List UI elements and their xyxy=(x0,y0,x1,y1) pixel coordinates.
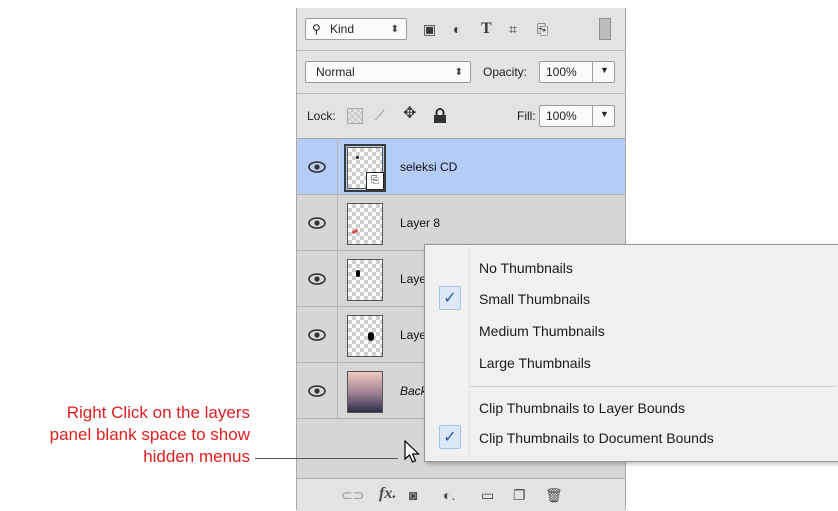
layer-style-fx-icon[interactable]: fx. xyxy=(379,485,396,503)
fill-input[interactable]: 100% ▼ xyxy=(539,105,615,127)
image-filter-icon[interactable]: ▣ xyxy=(423,22,436,36)
lock-bar: Lock: ⟋ ✥ Fill: 100% ▼ xyxy=(297,94,625,139)
layer-thumbnail[interactable]: ⎘ xyxy=(344,144,386,192)
fill-dropdown-divider xyxy=(592,106,593,126)
blend-mode-select[interactable]: Normal ⬍ xyxy=(305,61,471,83)
layer-thumbnail[interactable] xyxy=(347,315,383,357)
layer-thumbnail[interactable] xyxy=(347,371,383,413)
layer-name[interactable]: Laye xyxy=(400,272,426,286)
menu-item-clip-layer-bounds[interactable]: Clip Thumbnails to Layer Bounds xyxy=(479,400,685,416)
opacity-value: 100% xyxy=(546,65,577,79)
layer-name[interactable]: Laye xyxy=(400,328,426,342)
chevron-down-icon[interactable]: ▼ xyxy=(600,109,609,119)
fill-value: 100% xyxy=(546,109,577,123)
new-adjustment-layer-icon[interactable]: ◐. xyxy=(443,487,455,503)
lock-all-icon[interactable] xyxy=(433,108,447,123)
kind-filter-label: Kind xyxy=(330,22,355,36)
visibility-divider xyxy=(337,251,338,306)
opacity-input[interactable]: 100% ▼ xyxy=(539,61,615,83)
chevron-down-icon[interactable]: ▼ xyxy=(600,65,609,75)
annotation-line-2: panel blank space to show xyxy=(49,425,250,444)
layer-name[interactable]: Layer 8 xyxy=(400,216,440,230)
filter-bar: ⚲ Kind ⬍ ▣ ◐ T ⌗ ⎘ xyxy=(297,8,625,51)
menu-gutter xyxy=(469,247,470,457)
adjustment-filter-icon[interactable]: ◐ xyxy=(453,22,461,36)
visibility-divider xyxy=(337,363,338,418)
annotation-pointer-line xyxy=(255,458,398,459)
menu-item-small-thumbnails[interactable]: Small Thumbnails xyxy=(479,291,590,307)
check-icon: ✓ xyxy=(439,425,461,449)
fill-label: Fill: xyxy=(517,109,536,123)
shape-filter-icon[interactable]: ⌗ xyxy=(509,22,517,36)
thumbnail-content xyxy=(356,156,359,159)
annotation-line-1: Right Click on the layers xyxy=(66,403,250,422)
lock-transparent-icon[interactable] xyxy=(347,108,363,124)
menu-item-clip-document-bounds[interactable]: Clip Thumbnails to Document Bounds xyxy=(479,430,714,446)
mouse-cursor-icon xyxy=(404,440,420,463)
menu-separator xyxy=(470,386,836,387)
layer-name[interactable]: seleksi CD xyxy=(400,160,457,174)
kind-filter-select[interactable]: ⚲ Kind ⬍ xyxy=(305,18,407,40)
lock-paint-brush-icon[interactable]: ⟋ xyxy=(375,108,385,122)
annotation-line-3: hidden menus xyxy=(143,447,250,466)
trash-icon[interactable]: 🗑 xyxy=(545,487,563,504)
visibility-divider xyxy=(337,307,338,362)
layers-footer-toolbar: ⊂⊃ fx. ◙ ◐. ▭ ❐ 🗑 xyxy=(297,478,625,511)
filter-toggle-icon[interactable] xyxy=(599,18,611,40)
blend-bar: Normal ⬍ Opacity: 100% ▼ xyxy=(297,51,625,94)
thumbnail-content xyxy=(368,332,374,341)
thumbnail-content xyxy=(356,270,360,277)
eye-icon[interactable] xyxy=(307,273,327,285)
link-layers-icon[interactable]: ⊂⊃ xyxy=(341,487,364,504)
smart-object-filter-icon[interactable]: ⎘ xyxy=(537,22,548,36)
search-icon: ⚲ xyxy=(312,22,321,36)
layer-thumbnail[interactable] xyxy=(347,259,383,301)
layer-thumbnail[interactable] xyxy=(347,203,383,245)
check-icon: ✓ xyxy=(439,286,461,310)
blend-mode-value: Normal xyxy=(316,65,355,79)
type-filter-icon[interactable]: T xyxy=(481,21,492,37)
add-mask-icon[interactable]: ◙ xyxy=(409,487,417,503)
updown-arrow-icon: ⬍ xyxy=(454,67,463,78)
menu-item-large-thumbnails[interactable]: Large Thumbnails xyxy=(479,355,591,371)
menu-item-no-thumbnails[interactable]: No Thumbnails xyxy=(479,260,573,276)
thumbnail-context-menu: No Thumbnails ✓ Small Thumbnails Medium … xyxy=(424,244,838,462)
opacity-label: Opacity: xyxy=(483,65,528,79)
layer-row-seleksi-cd[interactable]: ⎘ seleksi CD xyxy=(297,139,625,195)
opacity-dropdown-divider xyxy=(592,62,593,82)
new-layer-icon[interactable]: ❐ xyxy=(513,487,526,504)
visibility-divider xyxy=(337,195,338,250)
eye-icon[interactable] xyxy=(307,329,327,341)
new-group-folder-icon[interactable]: ▭ xyxy=(481,487,494,504)
eye-icon[interactable] xyxy=(307,161,327,173)
smart-object-badge-icon: ⎘ xyxy=(366,172,384,190)
layer-name[interactable]: Back xyxy=(400,384,427,398)
lock-label: Lock: xyxy=(307,109,336,123)
updown-arrow-icon: ⬍ xyxy=(390,24,399,35)
lock-move-icon[interactable]: ✥ xyxy=(403,106,416,122)
thumbnail-content xyxy=(351,228,359,235)
eye-icon[interactable] xyxy=(307,217,327,229)
menu-item-medium-thumbnails[interactable]: Medium Thumbnails xyxy=(479,323,605,339)
layer-row-layer-8[interactable]: Layer 8 xyxy=(297,195,625,251)
annotation-callout: Right Click on the layers panel blank sp… xyxy=(50,402,250,468)
eye-icon[interactable] xyxy=(307,385,327,397)
visibility-divider xyxy=(337,139,338,194)
